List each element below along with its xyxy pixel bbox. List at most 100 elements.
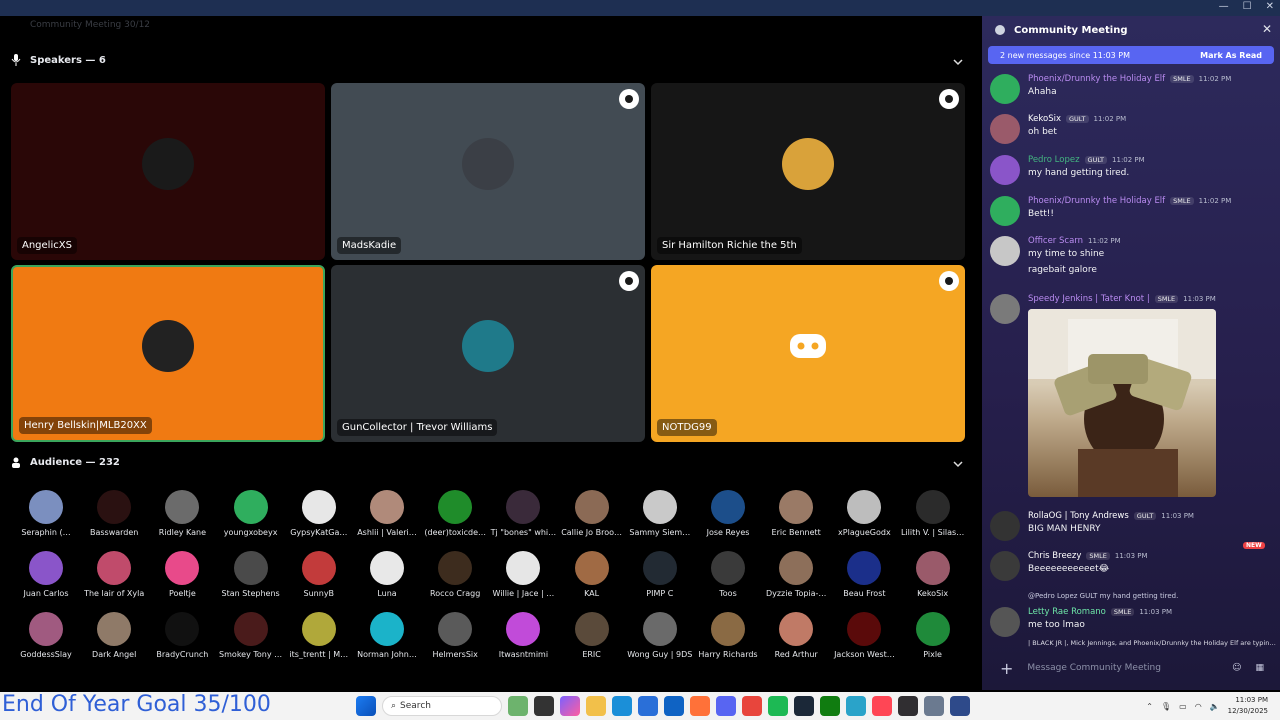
avatar[interactable] bbox=[990, 196, 1020, 226]
speaker-tile[interactable]: GunCollector | Trevor Williams bbox=[331, 265, 645, 442]
audience-member[interactable]: Pixle bbox=[899, 612, 967, 659]
audience-member[interactable]: The lair of Xyla bbox=[80, 551, 148, 598]
audience-member[interactable]: Stan Stephens bbox=[217, 551, 285, 598]
discord-icon[interactable] bbox=[716, 696, 736, 716]
audience-member[interactable]: Juan Carlos bbox=[12, 551, 80, 598]
avatar[interactable] bbox=[990, 294, 1020, 324]
chevron-down-icon[interactable] bbox=[952, 56, 964, 68]
audience-member[interactable]: youngxobeyx bbox=[217, 490, 285, 537]
avatar[interactable] bbox=[990, 511, 1020, 541]
audience-member[interactable]: Jose Reyes bbox=[694, 490, 762, 537]
audience-member[interactable]: Ridley Kane bbox=[148, 490, 216, 537]
firefox-icon[interactable] bbox=[690, 696, 710, 716]
audience-member[interactable]: Callie Jo Broo… bbox=[558, 490, 626, 537]
audience-member[interactable]: Toos bbox=[694, 551, 762, 598]
audience-member[interactable]: Wong Guy | 9DS bbox=[626, 612, 694, 659]
audience-member[interactable]: Willie | Jace | … bbox=[489, 551, 557, 598]
speaker-tile[interactable]: Sir Hamilton Richie the 5th bbox=[651, 83, 965, 260]
maximize-icon[interactable]: ☐ bbox=[1243, 1, 1252, 12]
speaker-tile[interactable]: NOTDG99 bbox=[651, 265, 965, 442]
xbox-icon[interactable] bbox=[820, 696, 840, 716]
volume-icon[interactable]: 🔈 bbox=[1210, 702, 1220, 711]
wifi-icon[interactable]: ◠ bbox=[1195, 702, 1202, 711]
audience-member[interactable]: Harry Richards bbox=[694, 612, 762, 659]
obs-icon[interactable] bbox=[898, 696, 918, 716]
plus-icon[interactable]: + bbox=[1000, 659, 1013, 678]
mail-icon[interactable] bbox=[664, 696, 684, 716]
audience-member[interactable]: Jackson West… bbox=[830, 612, 898, 659]
audience-member[interactable]: Sammy Siem… bbox=[626, 490, 694, 537]
pin-icon[interactable] bbox=[939, 271, 959, 291]
audience-member[interactable]: ERIC bbox=[558, 612, 626, 659]
avatar[interactable] bbox=[990, 74, 1020, 104]
reply-preview[interactable]: @Pedro Lopez GULT my hand getting tired. bbox=[1028, 592, 1178, 600]
message-username[interactable]: Chris Breezy bbox=[1028, 551, 1081, 561]
audience-member[interactable]: PIMP C bbox=[626, 551, 694, 598]
pin-icon[interactable] bbox=[939, 89, 959, 109]
chrome-icon[interactable] bbox=[742, 696, 762, 716]
avatar[interactable] bbox=[990, 607, 1020, 637]
mark-as-read-button[interactable]: Mark As Read bbox=[1200, 51, 1262, 60]
message-username[interactable]: Pedro Lopez bbox=[1028, 155, 1080, 165]
audience-member[interactable]: Itwasntmimi bbox=[489, 612, 557, 659]
audience-member[interactable]: BradyCrunch bbox=[148, 612, 216, 659]
audience-member[interactable]: Basswarden bbox=[80, 490, 148, 537]
notepad-icon[interactable] bbox=[846, 696, 866, 716]
audience-header[interactable]: Audience — 232 bbox=[10, 456, 120, 468]
message-composer[interactable]: + Message Community Meeting ☺ ▦ bbox=[988, 654, 1274, 682]
message-username[interactable]: Phoenix/Drunnky the Holiday Elf bbox=[1028, 196, 1165, 206]
avatar[interactable] bbox=[990, 114, 1020, 144]
audience-member[interactable]: Red Arthur bbox=[762, 612, 830, 659]
audience-member[interactable]: Beau Frost bbox=[830, 551, 898, 598]
message-username[interactable]: Letty Rae Romano bbox=[1028, 607, 1106, 617]
audience-member[interactable]: KekoSix bbox=[899, 551, 967, 598]
audience-member[interactable]: Tj "bones" whi… bbox=[489, 490, 557, 537]
speaker-tile[interactable]: AngelicXS bbox=[11, 83, 325, 260]
edge-icon[interactable] bbox=[612, 696, 632, 716]
audience-member[interactable]: Eric Bennett bbox=[762, 490, 830, 537]
audience-member[interactable]: GoddessSlay bbox=[12, 612, 80, 659]
chevron-up-icon[interactable]: ⌃ bbox=[1146, 702, 1153, 711]
audience-member[interactable]: Dyzzie Topia-… bbox=[762, 551, 830, 598]
message-username[interactable]: Phoenix/Drunnky the Holiday Elf bbox=[1028, 74, 1165, 84]
spotify-icon[interactable] bbox=[768, 696, 788, 716]
audience-member[interactable]: Poeltje bbox=[148, 551, 216, 598]
audience-member[interactable]: Ashlii | Valeri… bbox=[353, 490, 421, 537]
message-input[interactable]: Message Community Meeting bbox=[1027, 663, 1218, 673]
avatar[interactable] bbox=[990, 236, 1020, 266]
audience-member[interactable]: its_trentt | M… bbox=[285, 612, 353, 659]
display-icon[interactable]: ▭ bbox=[1179, 702, 1187, 711]
audience-member[interactable]: Luna bbox=[353, 551, 421, 598]
close-icon[interactable]: ✕ bbox=[1266, 1, 1274, 12]
audience-member[interactable]: Lilith V. | Silas… bbox=[899, 490, 967, 537]
file-explorer-icon[interactable] bbox=[586, 696, 606, 716]
audience-member[interactable]: Rocco Cragg bbox=[421, 551, 489, 598]
audience-member[interactable]: xPlagueGodx bbox=[830, 490, 898, 537]
task-view-icon[interactable] bbox=[534, 696, 554, 716]
audience-member[interactable]: SunnyB bbox=[285, 551, 353, 598]
widgets-icon[interactable] bbox=[508, 696, 528, 716]
pin-icon[interactable] bbox=[619, 89, 639, 109]
mic-tray-icon[interactable]: 🎙 bbox=[1161, 702, 1171, 711]
new-messages-bar[interactable]: 2 new messages since 11:03 PM Mark As Re… bbox=[988, 46, 1274, 64]
clock[interactable]: 11:03 PM 12/30/2025 bbox=[1228, 695, 1268, 717]
apps-icon[interactable]: ▦ bbox=[1255, 663, 1264, 673]
taskbar-search[interactable]: ⌕ Search bbox=[382, 696, 502, 716]
message-username[interactable]: RollaOG | Tony Andrews bbox=[1028, 511, 1129, 521]
avatar[interactable] bbox=[990, 155, 1020, 185]
audience-member[interactable]: (deer)toxicde… bbox=[421, 490, 489, 537]
windows-start-icon[interactable] bbox=[356, 696, 376, 716]
audience-member[interactable]: HelmersSix bbox=[421, 612, 489, 659]
audience-member[interactable]: KAL bbox=[558, 551, 626, 598]
settings-icon[interactable] bbox=[924, 696, 944, 716]
speaker-tile[interactable]: MadsKadie bbox=[331, 83, 645, 260]
speaker-tile[interactable]: Henry Bellskin|MLB20XX bbox=[11, 265, 325, 442]
emoji-icon[interactable]: ☺ bbox=[1232, 663, 1241, 673]
pin-icon[interactable] bbox=[619, 271, 639, 291]
message-username[interactable]: KekoSix bbox=[1028, 114, 1061, 124]
audience-member[interactable]: Smokey Tony … bbox=[217, 612, 285, 659]
avatar[interactable] bbox=[990, 551, 1020, 581]
valorant-icon[interactable] bbox=[872, 696, 892, 716]
store-icon[interactable] bbox=[638, 696, 658, 716]
audience-member[interactable]: Seraphin (… bbox=[12, 490, 80, 537]
